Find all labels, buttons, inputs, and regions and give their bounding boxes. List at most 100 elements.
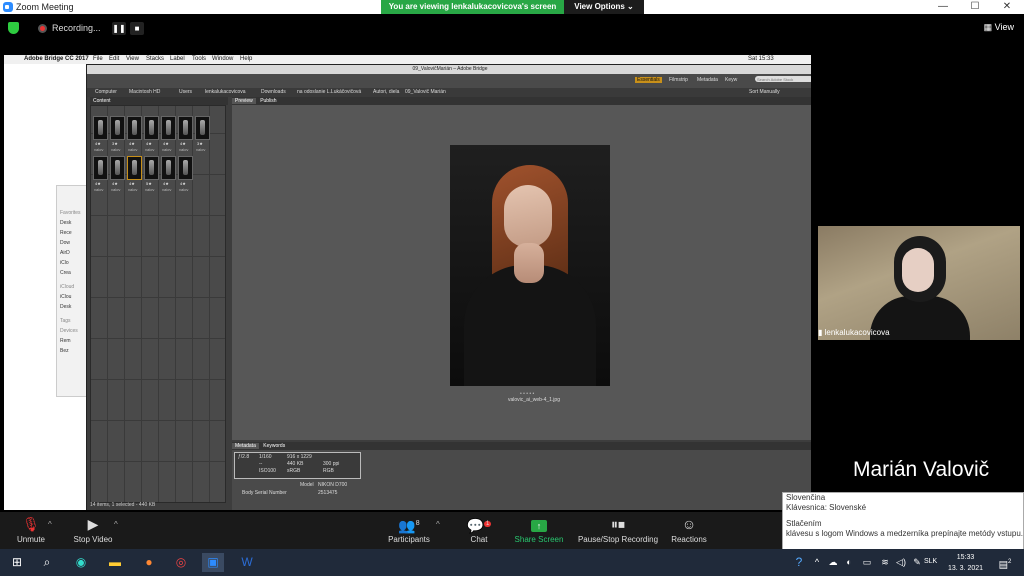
chevron-up-icon[interactable]: ^: [114, 520, 118, 529]
thumbnail[interactable]: [144, 116, 159, 140]
content-tab[interactable]: Content: [90, 97, 228, 105]
workspace-keywords[interactable]: Keyw: [725, 77, 737, 83]
thumbnail[interactable]: [161, 116, 176, 140]
path-item[interactable]: Autori, diela: [373, 88, 399, 97]
mac-menu-edit[interactable]: Edit: [109, 55, 119, 64]
chevron-up-icon[interactable]: ^: [436, 520, 440, 529]
mac-menu-file[interactable]: File: [93, 55, 103, 64]
finder-item[interactable]: iClou: [60, 294, 71, 300]
chrome-icon[interactable]: ◎: [170, 553, 192, 572]
view-button[interactable]: ▦ View: [984, 22, 1014, 33]
thumbnail[interactable]: [178, 156, 193, 180]
finder-item[interactable]: Bez: [60, 348, 69, 354]
thumbnail-rating[interactable]: 4★: [95, 141, 101, 146]
thumbnail-rating[interactable]: 4★: [180, 181, 186, 186]
pause-stop-recording-button[interactable]: ⏸⏹ Pause/Stop Recording: [576, 516, 660, 544]
meta-model-label: Model: [300, 482, 314, 488]
meta-iso: ISO100: [259, 468, 276, 474]
pause-recording-button[interactable]: ❚❚: [112, 22, 126, 35]
zoom-taskbar-icon[interactable]: ▣: [202, 553, 224, 572]
thumbnail-rating[interactable]: 4★: [180, 141, 186, 146]
participants-button[interactable]: 👥8 Participants: [386, 516, 432, 544]
taskbar-clock[interactable]: 15:33 13. 3. 2021: [948, 552, 983, 574]
mac-menu-tools[interactable]: Tools: [192, 55, 206, 64]
security-shield-icon[interactable]: [8, 22, 19, 34]
thumbnail-rating[interactable]: 4★: [129, 181, 135, 186]
thumbnail[interactable]: [127, 116, 142, 140]
stop-video-button[interactable]: ▶ Stop Video: [70, 516, 116, 544]
mac-menu-stacks[interactable]: Stacks: [146, 55, 164, 64]
thumbnail-rating[interactable]: 4★: [163, 141, 169, 146]
windows-start-icon[interactable]: ⊞: [6, 553, 28, 572]
finder-item[interactable]: Dow: [60, 240, 70, 246]
mac-menu-view[interactable]: View: [126, 55, 139, 64]
mac-menu-window[interactable]: Window: [212, 55, 233, 64]
finder-item[interactable]: Crea: [60, 270, 71, 276]
thumbnail-rating[interactable]: 4★: [112, 181, 118, 186]
stop-recording-button[interactable]: ■: [130, 22, 144, 35]
maximize-button[interactable]: ☐: [960, 0, 990, 14]
view-options-button[interactable]: View Options ⌄: [564, 0, 644, 14]
language-indicator[interactable]: SLK: [924, 558, 937, 565]
thumbnail[interactable]: [161, 156, 176, 180]
tab-publish[interactable]: Publish: [257, 98, 279, 104]
finder-item[interactable]: AirD: [60, 250, 70, 256]
thumbnail-rating[interactable]: 4★: [95, 181, 101, 186]
thumbnail[interactable]: [93, 156, 108, 180]
thumbnail[interactable]: [178, 116, 193, 140]
chat-button[interactable]: 💬 1 Chat: [464, 516, 494, 544]
path-item[interactable]: Macintosh HD: [129, 88, 160, 97]
mac-menu-app[interactable]: Adobe Bridge CC 2017: [24, 55, 89, 64]
unmute-button[interactable]: 🎙 Unmute: [12, 516, 50, 544]
workspace-essentials[interactable]: Essentials: [635, 77, 662, 83]
path-item[interactable]: Downloads: [261, 88, 286, 97]
search-icon[interactable]: ⌕: [36, 553, 58, 572]
thumbnail[interactable]: [110, 116, 125, 140]
thumbnail[interactable]: [127, 156, 142, 180]
thumbnail[interactable]: [195, 116, 210, 140]
path-item[interactable]: Users: [179, 88, 192, 97]
thumbnail-rating[interactable]: 4★: [129, 141, 135, 146]
finder-item[interactable]: Desk: [60, 304, 71, 310]
reactions-button[interactable]: ☺ Reactions: [670, 516, 708, 544]
workspace-filmstrip[interactable]: Filmstrip: [669, 77, 688, 83]
mac-menu-label[interactable]: Label: [170, 55, 185, 64]
path-item[interactable]: lenkalukacovicova: [205, 88, 246, 97]
participant-video[interactable]: [818, 226, 1020, 340]
path-item[interactable]: na odoslanie L.Lukáčovičová: [297, 88, 361, 97]
tab-metadata[interactable]: Metadata: [232, 443, 259, 449]
thumbnail-figure: [115, 120, 120, 135]
chevron-up-icon[interactable]: ^: [48, 520, 52, 529]
finder-item[interactable]: Desk: [60, 220, 71, 226]
mac-menu-help[interactable]: Help: [240, 55, 252, 64]
share-screen-button[interactable]: ↑ Share Screen: [512, 516, 566, 544]
meta-serial: 2513475: [318, 490, 338, 496]
firefox-icon[interactable]: ●: [138, 553, 160, 572]
thumbnail-rating[interactable]: 3★: [197, 141, 203, 146]
sort-dropdown[interactable]: Sort Manually: [749, 88, 780, 97]
search-stock-input[interactable]: [755, 76, 811, 82]
thumbnail-label: valov: [179, 147, 189, 152]
word-icon[interactable]: W: [236, 553, 258, 572]
thumbnail-rating[interactable]: 5★: [146, 181, 152, 186]
edge-icon[interactable]: ◉: [70, 553, 92, 572]
thumbnail[interactable]: [93, 116, 108, 140]
path-item[interactable]: 09_Valovič Marián: [405, 88, 446, 97]
finder-item[interactable]: Rem: [60, 338, 71, 344]
thumbnail[interactable]: [144, 156, 159, 180]
tab-keywords[interactable]: Keywords: [260, 443, 288, 449]
finder-item[interactable]: Rece: [60, 230, 72, 236]
finder-item[interactable]: iClo: [60, 260, 69, 266]
notifications-icon[interactable]: ▤2: [994, 553, 1016, 572]
thumbnail[interactable]: [110, 156, 125, 180]
minimize-button[interactable]: —: [928, 0, 958, 14]
tab-preview[interactable]: Preview: [232, 98, 256, 104]
thumbnail-rating[interactable]: 4★: [146, 141, 152, 146]
workspace-metadata[interactable]: Metadata: [697, 77, 718, 83]
thumbnail-rating[interactable]: 3★: [112, 141, 118, 146]
thumbnail-rating[interactable]: 4★: [163, 181, 169, 186]
file-explorer-icon[interactable]: ▬: [104, 553, 126, 572]
path-item[interactable]: Computer: [95, 88, 117, 97]
close-button[interactable]: ✕: [992, 0, 1022, 14]
chat-label: Chat: [470, 535, 488, 544]
